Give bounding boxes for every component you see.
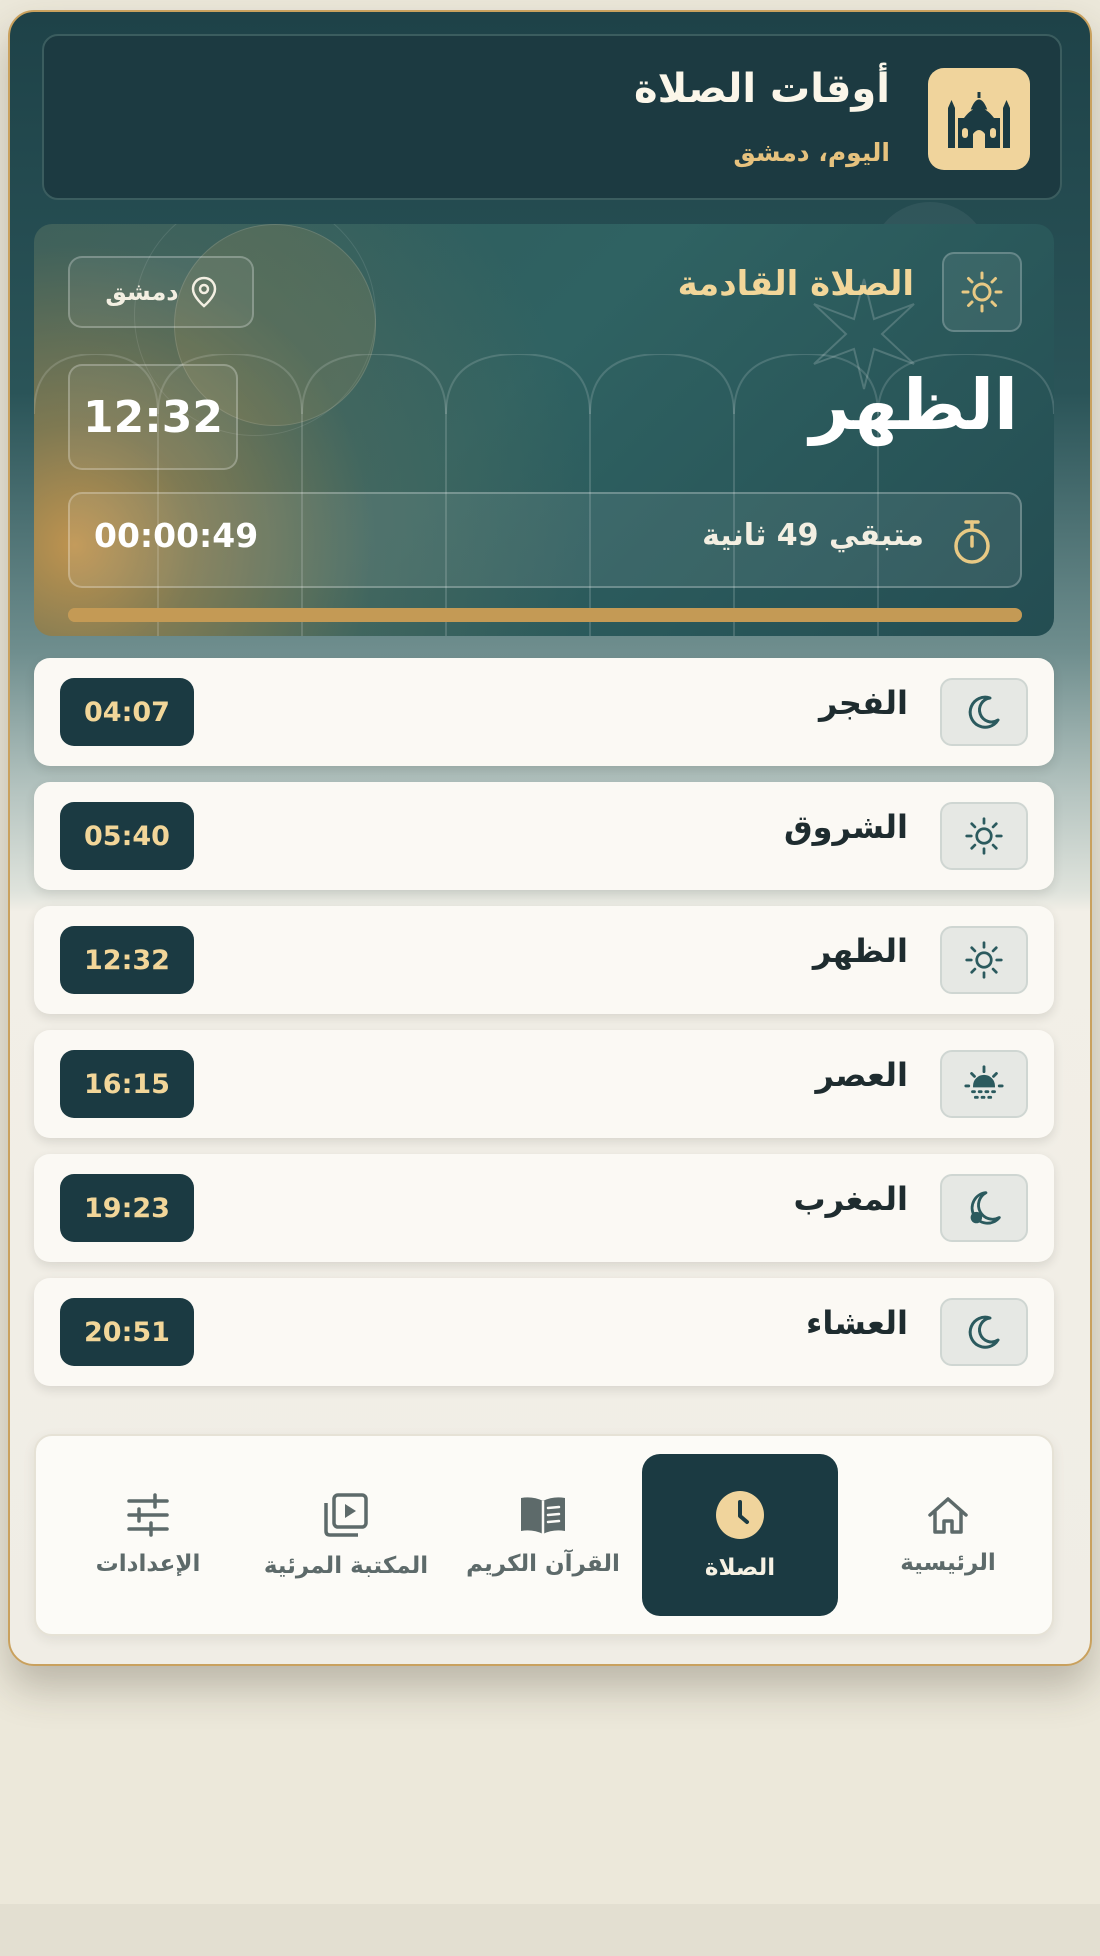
nav-label: الإعدادات [95, 1551, 201, 1577]
prayer-name: الفجر [819, 684, 908, 722]
prayer-name: العصر [815, 1056, 908, 1094]
sun-haze-icon [964, 1065, 1004, 1099]
sun-icon [965, 817, 1003, 855]
location-selector[interactable]: دمشق [68, 256, 254, 328]
next-prayer-card: الصلاة القادمة دمشق الظهر 12:32 متبقي 49… [34, 224, 1054, 636]
video-library-icon [324, 1493, 368, 1537]
prayer-icon-box [940, 1174, 1028, 1242]
prayer-icon-box [940, 678, 1028, 746]
prayer-icon-box [940, 802, 1028, 870]
prayer-time: 16:15 [60, 1050, 194, 1118]
prayer-row-dhuhr[interactable]: الظهر 12:32 [34, 906, 1054, 1014]
nav-item-home[interactable]: الرئيسية [850, 1454, 1046, 1616]
prayer-icon-box [940, 1298, 1028, 1366]
prayer-time: 19:23 [60, 1174, 194, 1242]
nav-item-video-library[interactable]: المكتبة المرئية [248, 1454, 444, 1616]
app-logo [928, 68, 1030, 170]
prayer-row-maghrib[interactable]: المغرب 19:23 [34, 1154, 1054, 1262]
nav-item-settings[interactable]: الإعدادات [50, 1454, 246, 1616]
prayer-name: الظهر [812, 932, 908, 970]
nav-label: القرآن الكريم [466, 1551, 620, 1577]
app-frame: أوقات الصلاة اليوم، دمشق الصلاة القادمة … [8, 10, 1092, 1666]
page-subtitle: اليوم، دمشق [733, 138, 890, 167]
prayer-times-list: الفجر 04:07 الشروق 05:40 الظهر 12:32 الع… [34, 658, 1054, 1402]
location-label: دمشق [105, 278, 179, 306]
countdown-box: متبقي 49 ثانية 00:00:49 [68, 492, 1022, 588]
prayer-row-isha[interactable]: العشاء 20:51 [34, 1278, 1054, 1386]
next-prayer-name: الظهر [809, 364, 1018, 446]
location-pin-icon [191, 276, 216, 308]
book-icon [521, 1497, 565, 1534]
prayer-time: 12:32 [60, 926, 194, 994]
sliders-icon [127, 1493, 169, 1537]
prayer-time: 05:40 [60, 802, 194, 870]
app-header: أوقات الصلاة اليوم، دمشق [42, 34, 1062, 200]
prayer-name: العشاء [806, 1304, 908, 1342]
bottom-navigation: الرئيسية الصلاة القرآن الكريم المكتبة ال… [34, 1434, 1054, 1636]
nav-label: الصلاة [704, 1555, 776, 1581]
prayer-icon-box [940, 1050, 1028, 1118]
countdown-text: متبقي 49 ثانية [702, 518, 924, 553]
clock-icon [716, 1491, 764, 1539]
sun-icon [965, 941, 1003, 979]
nav-label: الرئيسية [900, 1550, 996, 1576]
nav-item-quran[interactable]: القرآن الكريم [445, 1454, 641, 1616]
prayer-name: المغرب [793, 1180, 908, 1218]
next-prayer-time-box: 12:32 [68, 364, 238, 470]
mosque-icon [948, 92, 1010, 148]
stopwatch-icon [954, 520, 990, 564]
sunset-moon-icon [970, 1191, 1001, 1225]
home-icon [928, 1497, 968, 1534]
crescent-moon-icon [968, 695, 1000, 729]
prayer-row-asr[interactable]: العصر 16:15 [34, 1030, 1054, 1138]
page-title: أوقات الصلاة [633, 66, 890, 112]
prayer-time: 20:51 [60, 1298, 194, 1366]
countdown-value: 00:00:49 [94, 516, 259, 555]
crescent-moon-icon [968, 1315, 1000, 1349]
countdown-progress-bar [68, 608, 1022, 622]
nav-item-prayer[interactable]: الصلاة [642, 1454, 838, 1616]
next-prayer-label: الصلاة القادمة [677, 264, 914, 304]
countdown-progress-fill [68, 608, 1022, 622]
prayer-icon-box [940, 926, 1028, 994]
next-prayer-icon-box [942, 252, 1022, 332]
prayer-name: الشروق [784, 808, 908, 846]
page-bottom-strip [0, 1904, 1100, 1956]
prayer-row-sunrise[interactable]: الشروق 05:40 [34, 782, 1054, 890]
sun-icon [961, 271, 1003, 313]
nav-label: المكتبة المرئية [263, 1553, 429, 1579]
prayer-time: 04:07 [60, 678, 194, 746]
prayer-row-fajr[interactable]: الفجر 04:07 [34, 658, 1054, 766]
next-prayer-time: 12:32 [82, 391, 224, 443]
